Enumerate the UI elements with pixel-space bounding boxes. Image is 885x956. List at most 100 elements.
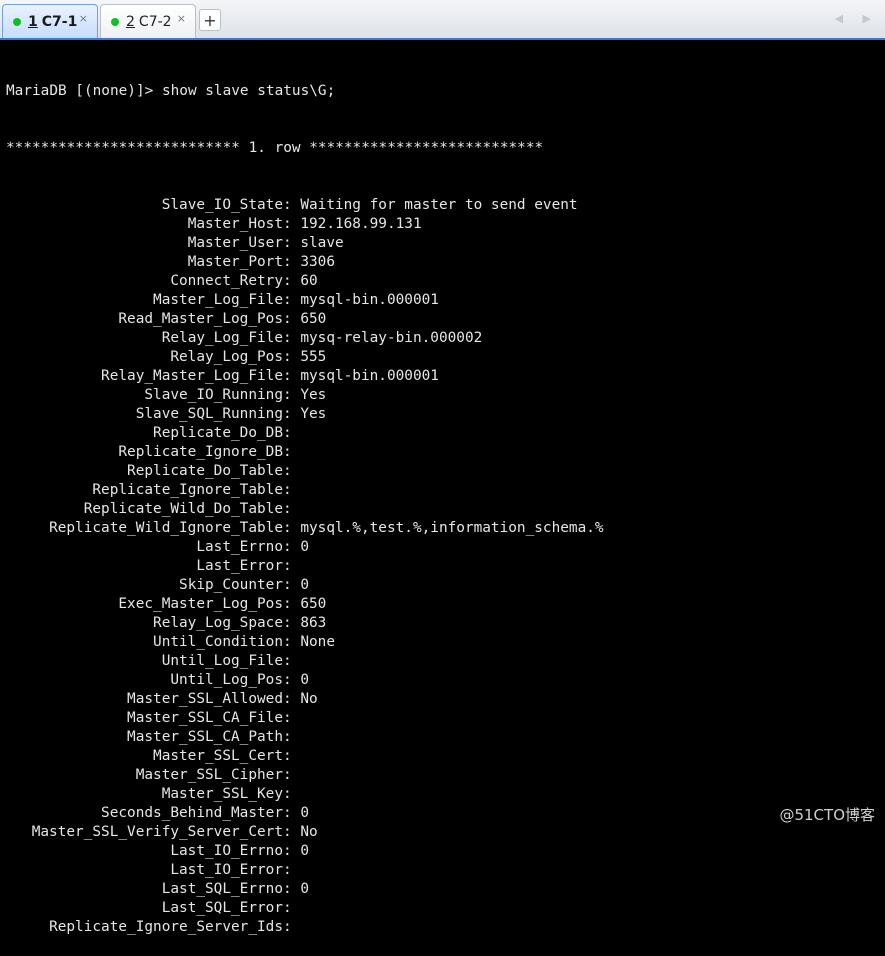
connected-status-icon — [13, 18, 21, 26]
field-value: Yes — [300, 406, 326, 422]
field-value: 650 — [300, 596, 326, 612]
field-separator: : — [283, 520, 300, 536]
field-label: Replicate_Wild_Ignore_Table — [6, 519, 283, 538]
field-separator: : — [283, 881, 300, 897]
field-value: 0 — [300, 577, 309, 593]
field-value: None — [300, 634, 335, 650]
field-label: Master_SSL_CA_File — [6, 709, 283, 728]
status-field-row: Slave_IO_Running: Yes — [6, 386, 885, 405]
field-separator: : — [283, 254, 300, 270]
field-separator: : — [283, 387, 300, 403]
tab-c7-2[interactable]: 2 C7-2 × — [100, 4, 196, 38]
field-value: 192.168.99.131 — [300, 216, 421, 232]
status-field-row: Master_SSL_CA_Path: — [6, 728, 885, 747]
field-separator: : — [283, 273, 300, 289]
field-separator: : — [283, 691, 300, 707]
field-label: Master_SSL_Cert — [6, 747, 283, 766]
status-field-row: Relay_Log_File: mysq-relay-bin.000002 — [6, 329, 885, 348]
tab-c7-1[interactable]: 1 C7-1 × — [2, 4, 98, 38]
field-value: 0 — [300, 843, 309, 859]
field-label: Master_Host — [6, 215, 283, 234]
status-field-row: Relay_Log_Space: 863 — [6, 614, 885, 633]
tab-number: 1 — [28, 14, 38, 30]
status-field-row: Master_SSL_Cipher: — [6, 766, 885, 785]
field-label: Master_SSL_Key — [6, 785, 283, 804]
field-label: Replicate_Ignore_DB — [6, 443, 283, 462]
status-field-row: Relay_Master_Log_File: mysql-bin.000001 — [6, 367, 885, 386]
field-separator: : — [283, 672, 300, 688]
field-separator: : — [283, 425, 300, 441]
status-field-row: Master_Port: 3306 — [6, 253, 885, 272]
status-field-row: Until_Condition: None — [6, 633, 885, 652]
field-separator: : — [283, 615, 300, 631]
field-label: Last_Errno — [6, 538, 283, 557]
field-label: Slave_IO_Running — [6, 386, 283, 405]
field-label: Last_Error — [6, 557, 283, 576]
field-separator: : — [283, 767, 300, 783]
field-label: Until_Log_File — [6, 652, 283, 671]
status-field-row: Connect_Retry: 60 — [6, 272, 885, 291]
row-header: *************************** 1. row *****… — [6, 139, 885, 158]
add-tab-button[interactable]: + — [199, 9, 221, 31]
status-field-row: Replicate_Wild_Do_Table: — [6, 500, 885, 519]
status-field-row: Until_Log_File: — [6, 652, 885, 671]
field-value: mysq-relay-bin.000002 — [300, 330, 482, 346]
field-separator: : — [283, 786, 300, 802]
field-separator: : — [283, 444, 300, 460]
status-field-row: Master_SSL_CA_File: — [6, 709, 885, 728]
field-separator: : — [283, 539, 300, 555]
field-label: Relay_Log_Pos — [6, 348, 283, 367]
field-label: Master_Log_File — [6, 291, 283, 310]
terminal-output[interactable]: MariaDB [(none)]> show slave status\G; *… — [0, 40, 885, 835]
tab-number: 2 — [126, 14, 135, 30]
field-label: Connect_Retry — [6, 272, 283, 291]
field-value: Waiting for master to send event — [300, 197, 577, 213]
status-field-row: Last_SQL_Errno: 0 — [6, 880, 885, 899]
field-separator: : — [283, 216, 300, 232]
status-field-row: Seconds_Behind_Master: 0 — [6, 804, 885, 823]
field-separator: : — [283, 843, 300, 859]
field-value: 0 — [300, 539, 309, 555]
status-field-row: Master_User: slave — [6, 234, 885, 253]
field-value: Yes — [300, 387, 326, 403]
watermark: @51CTO博客 — [779, 804, 875, 825]
field-value: mysql.%,test.%,information_schema.% — [300, 520, 603, 536]
field-label: Seconds_Behind_Master — [6, 804, 283, 823]
field-value: No — [300, 824, 317, 840]
field-separator: : — [283, 311, 300, 327]
field-label: Master_SSL_Cipher — [6, 766, 283, 785]
tab-label: C7-1 — [42, 14, 78, 30]
field-separator: : — [283, 862, 300, 878]
field-label: Slave_SQL_Running — [6, 405, 283, 424]
status-field-row: Master_SSL_Key: — [6, 785, 885, 804]
status-field-row: Replicate_Do_Table: — [6, 462, 885, 481]
status-field-row: Exec_Master_Log_Pos: 650 — [6, 595, 885, 614]
status-field-row: Master_SSL_Verify_Server_Cert: No — [6, 823, 885, 842]
field-label: Master_Port — [6, 253, 283, 272]
field-separator: : — [283, 330, 300, 346]
status-field-row: Master_SSL_Cert: — [6, 747, 885, 766]
connected-status-icon — [111, 18, 119, 26]
status-field-row: Until_Log_Pos: 0 — [6, 671, 885, 690]
field-separator: : — [283, 292, 300, 308]
field-separator: : — [283, 919, 300, 935]
tab-bar: 1 C7-1 × 2 C7-2 × + ◀ ▶ — [0, 0, 885, 40]
field-label: Replicate_Ignore_Server_Ids — [6, 918, 283, 937]
field-label: Last_SQL_Error — [6, 899, 283, 918]
field-separator: : — [283, 197, 300, 213]
field-separator: : — [283, 805, 300, 821]
status-field-row: Master_Host: 192.168.99.131 — [6, 215, 885, 234]
field-separator: : — [283, 653, 300, 669]
field-label: Replicate_Do_DB — [6, 424, 283, 443]
tab-label: C7-2 — [139, 14, 172, 30]
field-label: Master_SSL_CA_Path — [6, 728, 283, 747]
status-field-row: Last_IO_Errno: 0 — [6, 842, 885, 861]
field-separator: : — [283, 729, 300, 745]
field-value: 555 — [300, 349, 326, 365]
close-icon[interactable]: × — [177, 12, 186, 25]
close-icon[interactable]: × — [79, 12, 88, 25]
field-separator: : — [283, 824, 300, 840]
tab-scroll-arrows-icon[interactable]: ◀ ▶ — [835, 12, 879, 25]
field-label: Relay_Master_Log_File — [6, 367, 283, 386]
field-label: Replicate_Ignore_Table — [6, 481, 283, 500]
